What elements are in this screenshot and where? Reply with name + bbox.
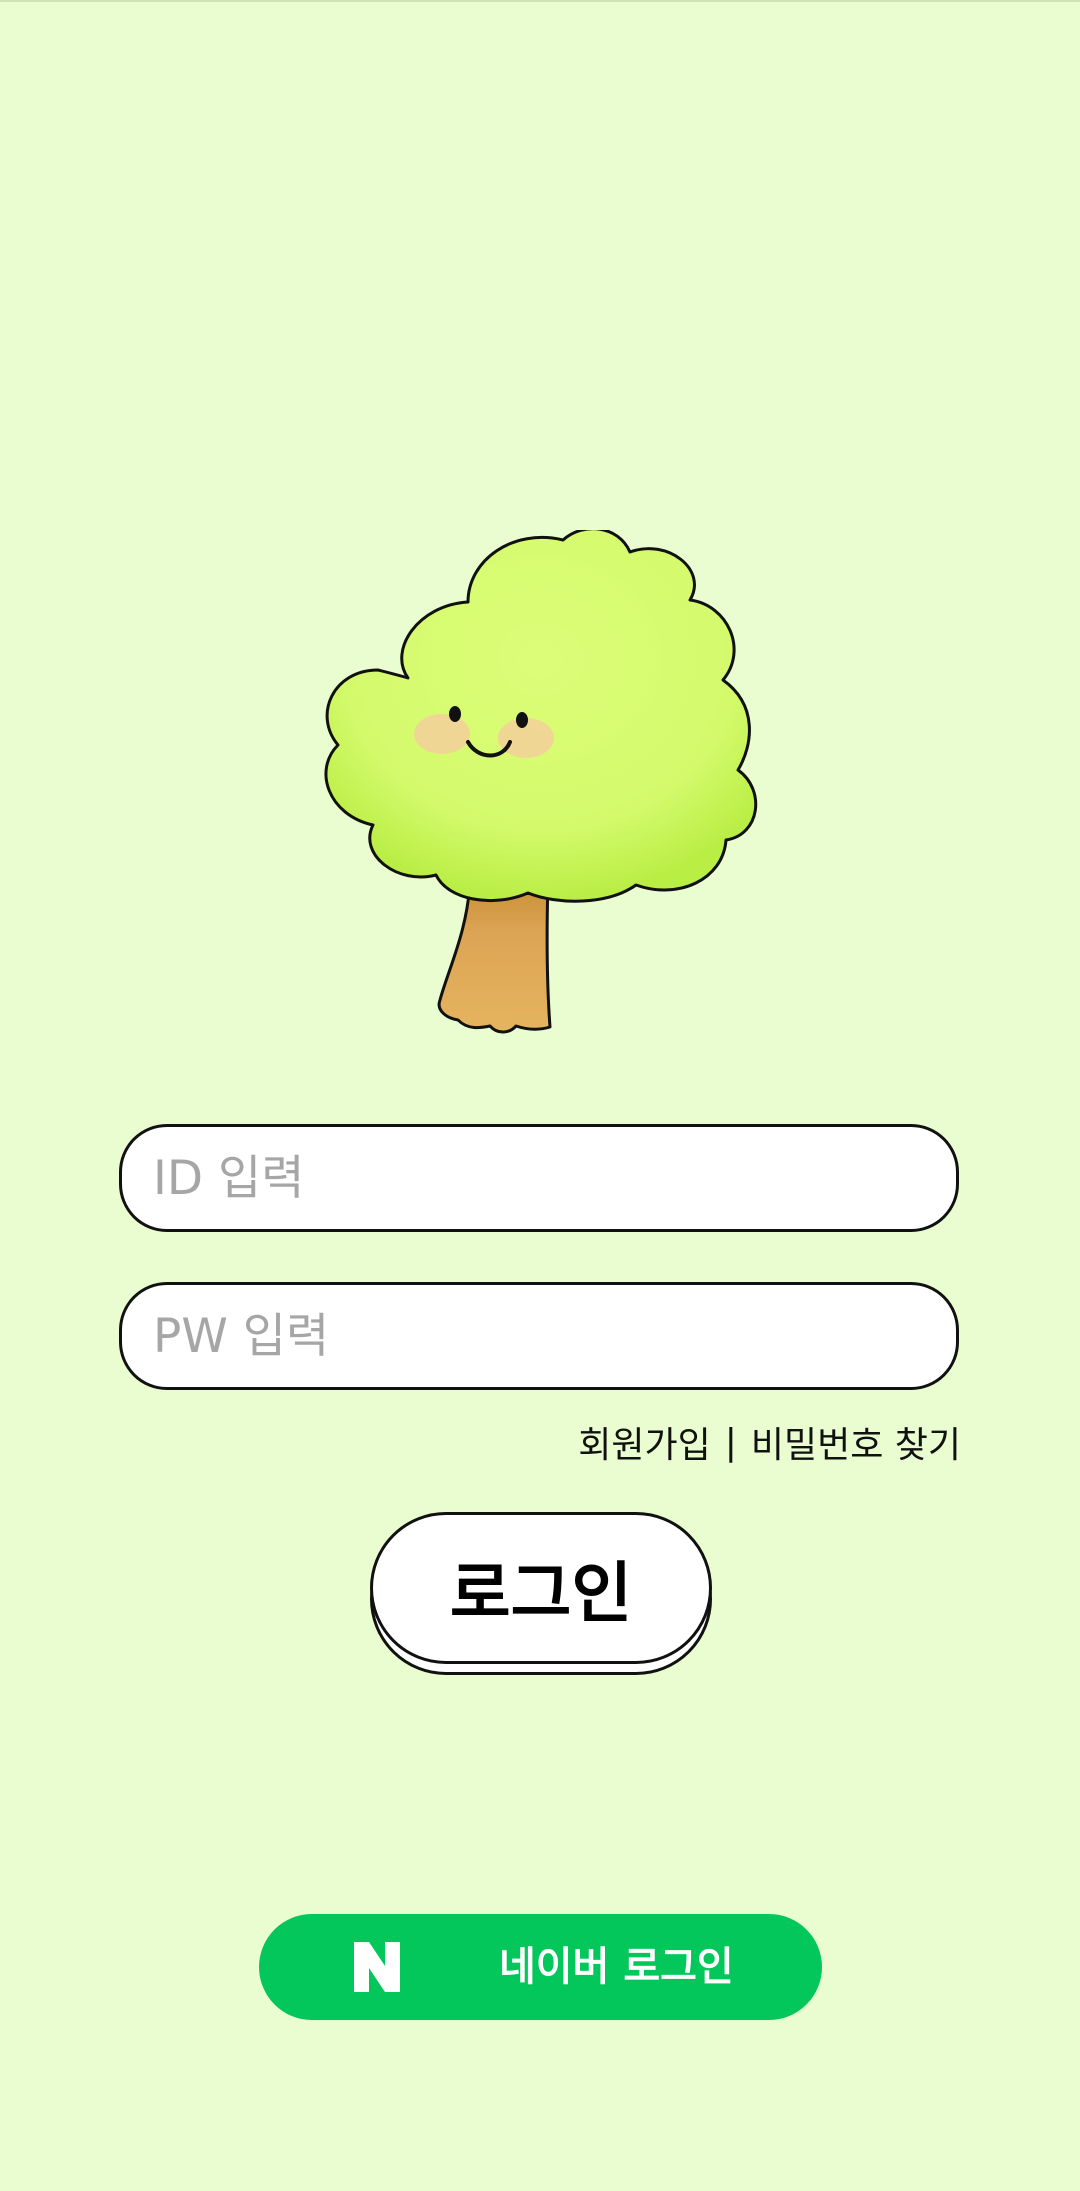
naver-login-button[interactable]: N 네이버 로그인 xyxy=(259,1914,822,2020)
status-divider xyxy=(0,0,1080,2)
password-field[interactable] xyxy=(119,1282,959,1390)
find-password-link[interactable]: 비밀번호 찾기 xyxy=(751,1416,961,1468)
link-separator: | xyxy=(724,1421,737,1463)
smiling-tree-icon xyxy=(324,530,758,1034)
login-button[interactable]: 로그인 xyxy=(370,1512,712,1664)
password-input[interactable] xyxy=(122,1285,956,1387)
naver-logo-icon: N xyxy=(354,1942,400,1992)
id-input[interactable] xyxy=(122,1127,956,1229)
naver-login-label: 네이버 로그인 xyxy=(499,1944,734,1990)
signup-link[interactable]: 회원가입 xyxy=(578,1416,710,1468)
account-links: 회원가입 | 비밀번호 찾기 xyxy=(578,1416,961,1468)
id-field[interactable] xyxy=(119,1124,959,1232)
